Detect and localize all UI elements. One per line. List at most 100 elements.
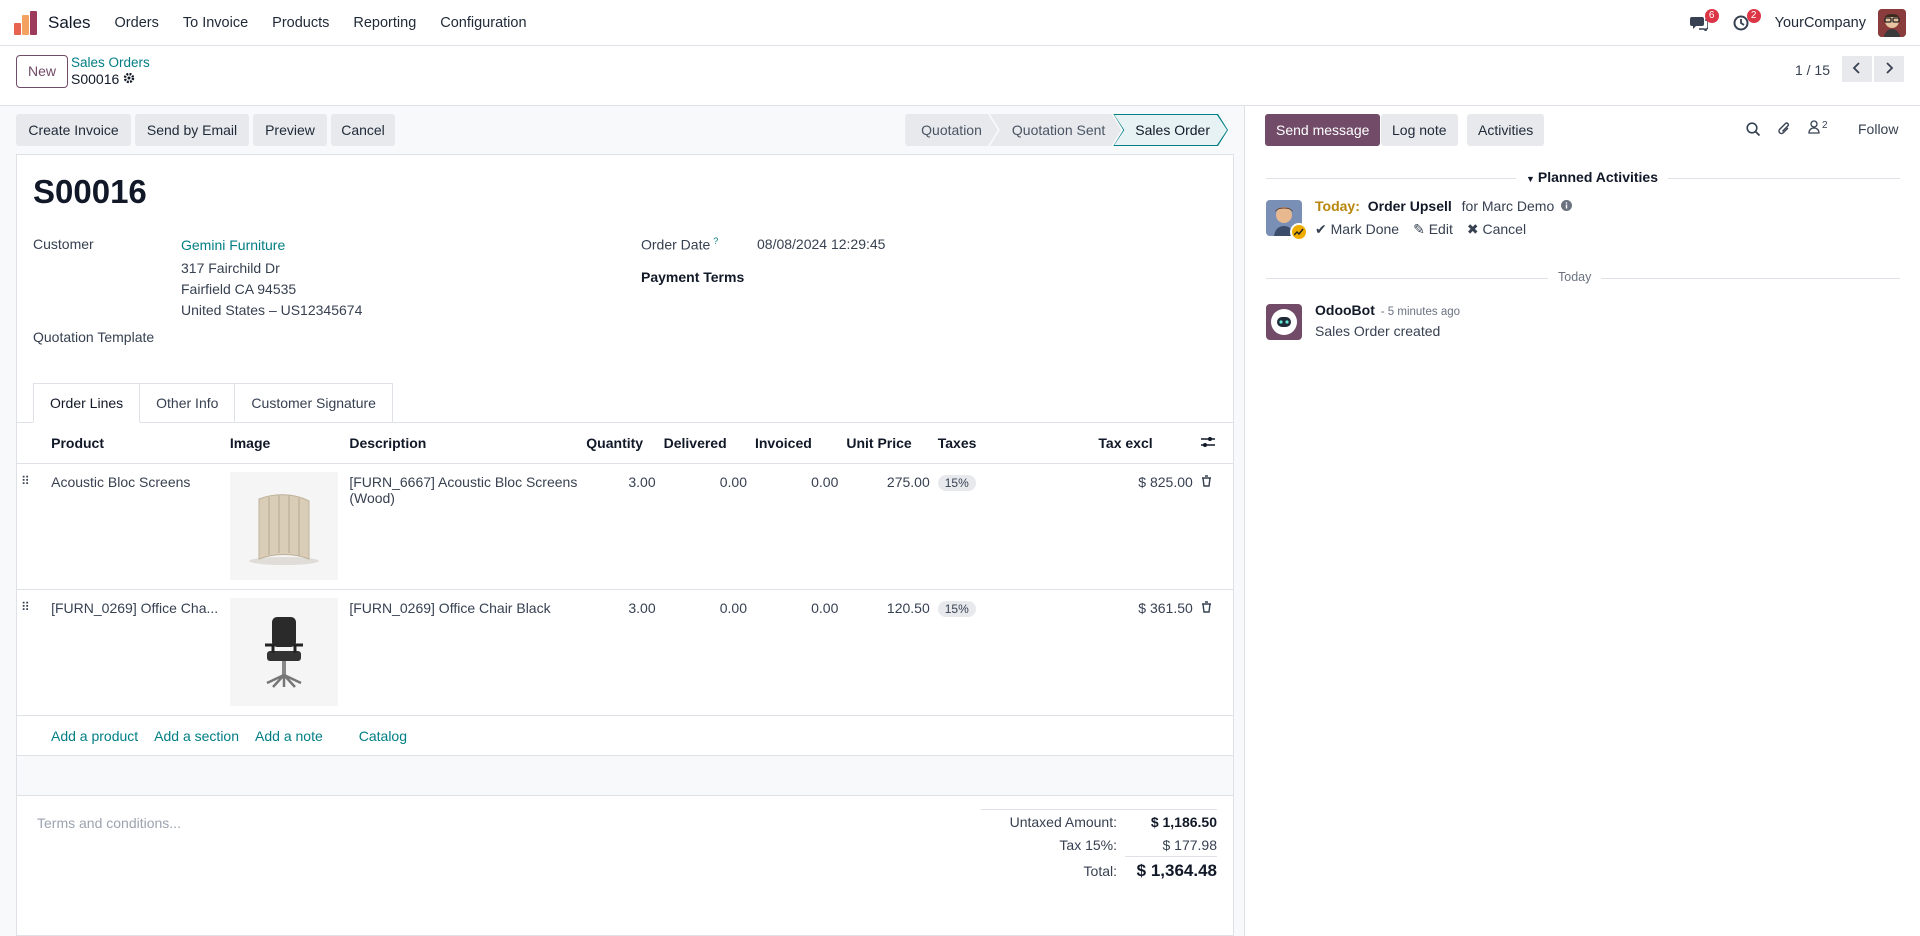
pager-next-button[interactable] <box>1874 56 1904 82</box>
row-invoiced: 0.00 <box>750 463 843 590</box>
add-product-link[interactable]: Add a product <box>51 728 138 744</box>
message-header: OdooBot - 5 minutes ago <box>1315 302 1460 318</box>
untaxed-label: Untaxed Amount: <box>1009 813 1117 830</box>
terms-input[interactable]: Terms and conditions... <box>37 815 181 831</box>
row-subtotal: $ 825.00 <box>1094 463 1197 590</box>
order-title: S00016 <box>33 173 147 210</box>
edit-activity-button[interactable]: ✎ Edit <box>1413 221 1453 238</box>
tab-customer-signature[interactable]: Customer Signature <box>234 383 393 423</box>
tab-order-lines[interactable]: Order Lines <box>33 383 141 423</box>
col-product[interactable]: Product <box>47 423 226 464</box>
row-description[interactable]: [FURN_0269] Office Chair Black <box>345 589 583 716</box>
col-delivered[interactable]: Delivered <box>659 423 751 464</box>
menu-to-invoice[interactable]: To Invoice <box>171 0 260 46</box>
pager-value[interactable]: 1 / 15 <box>1795 59 1830 81</box>
row-quantity[interactable]: 3.00 <box>582 463 660 590</box>
row-image[interactable] <box>225 463 346 590</box>
messages-icon[interactable]: 6 <box>1683 7 1719 39</box>
followers-button[interactable]: 2 <box>1808 120 1828 137</box>
close-icon: ✖ <box>1466 221 1479 237</box>
address-line-1: 317 Fairchild Dr <box>181 260 280 276</box>
col-subtotal[interactable]: Tax excl <box>1094 423 1197 464</box>
row-taxes[interactable]: 15% <box>933 463 1095 590</box>
table-row[interactable]: ⠿ [FURN_0269] Office Cha... [FURN_0269] … <box>17 589 1233 716</box>
col-unit-price[interactable]: Unit Price <box>842 423 934 464</box>
log-note-button[interactable]: Log note <box>1381 114 1458 146</box>
stage-quotation-sent[interactable]: Quotation Sent <box>990 114 1121 146</box>
row-unit-price[interactable]: 275.00 <box>842 463 934 590</box>
menu-reporting[interactable]: Reporting <box>341 0 428 46</box>
row-delivered[interactable]: 0.00 <box>659 589 751 716</box>
order-date-help-icon[interactable]: ? <box>713 236 718 246</box>
cancel-activity-button[interactable]: ✖ Cancel <box>1467 221 1526 238</box>
row-description[interactable]: [FURN_6667] Acoustic Bloc Screens (Wood) <box>345 463 583 590</box>
notebook-tabs: Order Lines Other Info Customer Signatur… <box>33 383 393 423</box>
activities-badge: 2 <box>1746 9 1761 23</box>
send-by-email-button[interactable]: Send by Email <box>135 114 249 146</box>
cancel-label: Cancel <box>1482 221 1527 237</box>
activities-button[interactable]: Activities <box>1467 114 1545 146</box>
preview-button[interactable]: Preview <box>253 114 327 146</box>
follow-button[interactable]: Follow <box>1858 121 1898 137</box>
col-quantity[interactable]: Quantity <box>582 423 660 464</box>
row-unit-price[interactable]: 120.50 <box>842 589 934 716</box>
info-icon[interactable] <box>1561 198 1573 214</box>
planned-activities-toggle[interactable]: ▼ Planned Activities <box>1516 169 1668 185</box>
tab-other-info[interactable]: Other Info <box>139 383 236 423</box>
row-product[interactable]: Acoustic Bloc Screens <box>47 463 226 590</box>
cancel-order-button[interactable]: Cancel <box>331 114 395 146</box>
date-separator: Today <box>1548 270 1602 284</box>
check-icon: ✔ <box>1315 221 1327 237</box>
row-taxes[interactable]: 15% <box>933 589 1095 716</box>
mark-done-button[interactable]: ✔ Mark Done <box>1315 221 1399 238</box>
breadcrumb-current-label: S00016 <box>71 71 120 87</box>
menu-orders[interactable]: Orders <box>103 0 171 46</box>
company-switcher[interactable]: YourCompany <box>1775 15 1866 31</box>
mark-done-label: Mark Done <box>1330 221 1400 237</box>
delete-row-button[interactable] <box>1196 589 1233 716</box>
row-quantity[interactable]: 3.00 <box>582 589 660 716</box>
catalog-link[interactable]: Catalog <box>359 728 407 744</box>
drag-handle-icon[interactable]: ⠿ <box>17 589 48 716</box>
col-description[interactable]: Description <box>345 423 583 464</box>
order-lines-header: Product Image Description Quantity Deliv… <box>17 423 1233 464</box>
customer-link[interactable]: Gemini Furniture <box>181 237 285 253</box>
tax-badge: 15% <box>937 600 976 617</box>
order-date-value[interactable]: 08/08/2024 12:29:45 <box>757 236 885 252</box>
delete-row-button[interactable] <box>1196 463 1233 590</box>
row-product[interactable]: [FURN_0269] Office Cha... <box>47 589 226 716</box>
row-image[interactable] <box>225 589 346 716</box>
sales-app-icon[interactable] <box>14 10 38 35</box>
followers-count: 2 <box>1822 120 1828 131</box>
paperclip-icon[interactable] <box>1777 121 1791 140</box>
breadcrumb-sales-orders[interactable]: Sales Orders <box>71 55 150 70</box>
add-section-link[interactable]: Add a section <box>154 728 239 744</box>
app-name[interactable]: Sales <box>48 13 91 33</box>
activities-clock-icon[interactable]: 2 <box>1725 7 1761 39</box>
gear-icon[interactable] <box>123 71 135 87</box>
stage-sales-order[interactable]: Sales Order <box>1113 114 1228 146</box>
col-invoiced[interactable]: Invoiced <box>750 423 843 464</box>
new-button[interactable]: New <box>16 55 69 88</box>
user-avatar[interactable] <box>1878 9 1906 37</box>
trash-icon <box>1201 474 1212 490</box>
row-delivered[interactable]: 0.00 <box>659 463 751 590</box>
message-author[interactable]: OdooBot <box>1315 302 1375 318</box>
messages-badge: 6 <box>1704 9 1719 23</box>
chatter: Send message Log note Activities 2 Follo… <box>1246 106 1920 936</box>
col-image[interactable]: Image <box>225 423 346 464</box>
menu-products[interactable]: Products <box>260 0 341 46</box>
pager-previous-button[interactable] <box>1842 56 1872 82</box>
stage-quotation[interactable]: Quotation <box>905 114 998 146</box>
add-note-link[interactable]: Add a note <box>255 728 323 744</box>
main-menu: Orders To Invoice Products Reporting Con… <box>103 0 539 46</box>
search-icon[interactable] <box>1746 122 1761 140</box>
table-row[interactable]: ⠿ Acoustic Bloc Screens [FURN_6667] Acou… <box>17 463 1233 590</box>
menu-configuration[interactable]: Configuration <box>428 0 538 46</box>
create-invoice-button[interactable]: Create Invoice <box>16 114 131 146</box>
send-message-button[interactable]: Send message <box>1265 114 1381 146</box>
col-taxes[interactable]: Taxes <box>933 423 1095 464</box>
control-panel: New Sales Orders S00016 1 / 15 <box>0 46 1920 106</box>
drag-handle-icon[interactable]: ⠿ <box>17 463 48 590</box>
optional-columns-toggle[interactable] <box>1196 423 1233 464</box>
